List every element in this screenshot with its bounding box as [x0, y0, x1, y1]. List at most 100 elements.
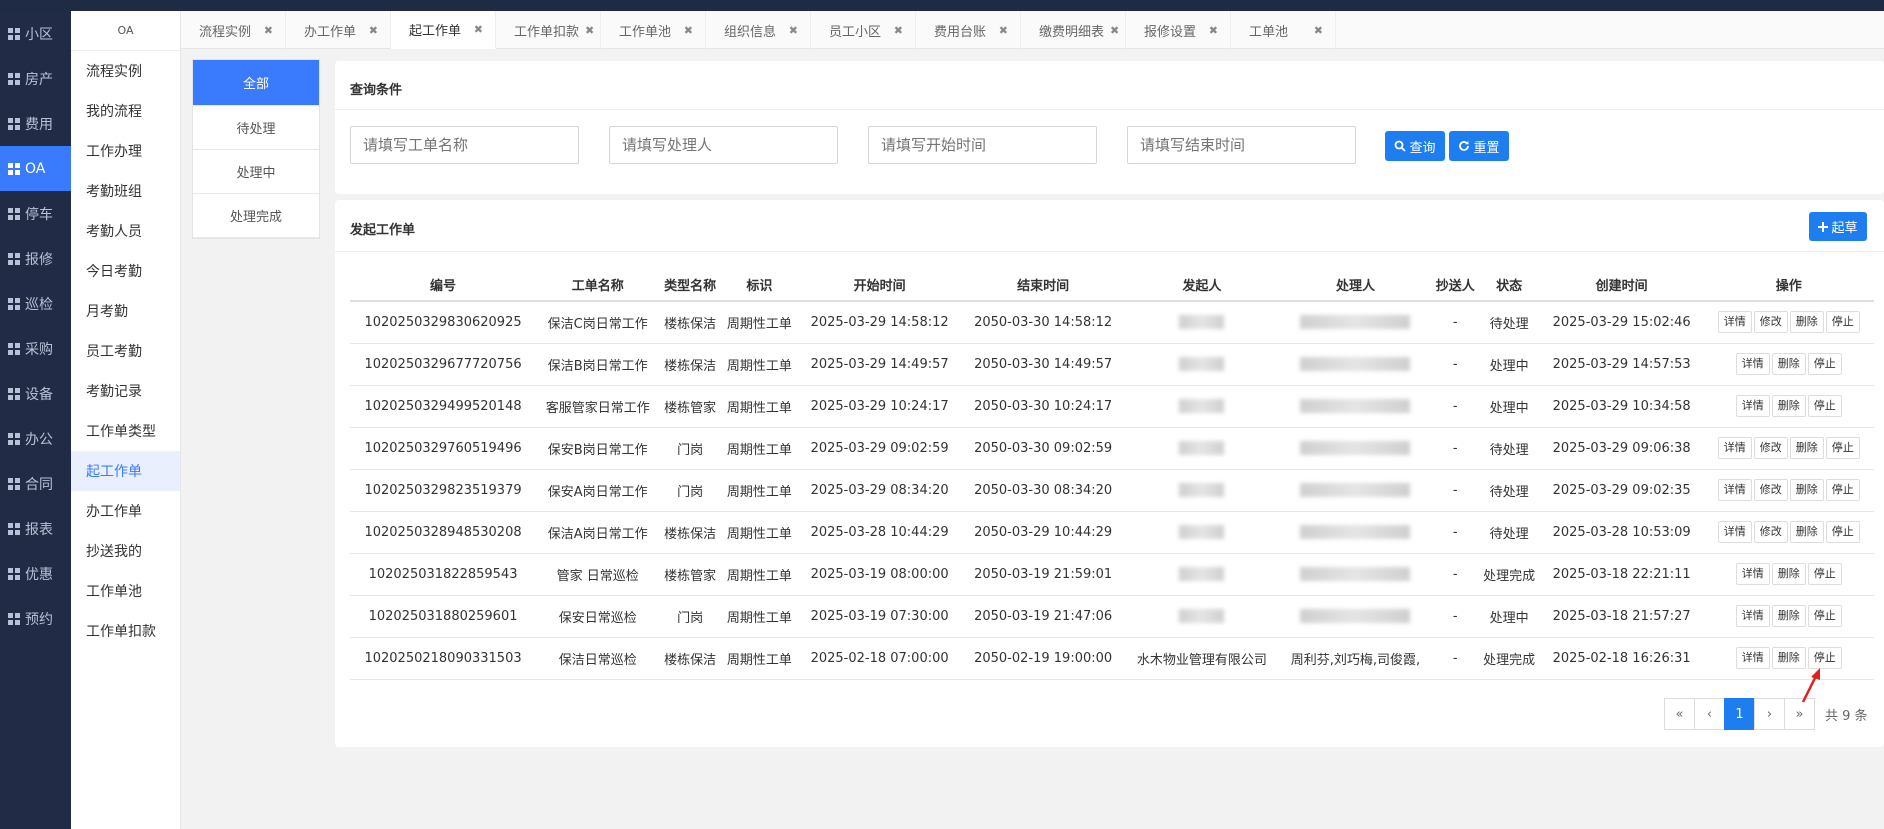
nav-item-1[interactable]: 房产 [0, 56, 71, 101]
action-button[interactable]: 停止 [1807, 395, 1842, 417]
sub-menu-item[interactable]: 起工作单 [71, 451, 180, 491]
search-button[interactable]: 查询 [1385, 131, 1445, 161]
action-button[interactable]: 修改 [1753, 521, 1788, 543]
filter-item[interactable]: 处理完成 [193, 194, 319, 238]
sub-menu-item[interactable]: 员工考勤 [71, 331, 180, 371]
action-button[interactable]: 修改 [1753, 311, 1788, 334]
end-time-input[interactable] [1127, 126, 1356, 164]
nav-item-4[interactable]: 停车 [0, 191, 71, 236]
close-icon[interactable]: ✖ [684, 24, 693, 37]
action-button[interactable]: 停止 [1825, 521, 1860, 543]
action-button[interactable]: 停止 [1807, 647, 1842, 669]
redacted-handler [1300, 399, 1411, 413]
close-icon[interactable]: ✖ [585, 24, 594, 37]
sub-menu-item[interactable]: 工作办理 [71, 131, 180, 171]
nav-item-9[interactable]: 办公 [0, 416, 71, 461]
action-button[interactable]: 停止 [1825, 479, 1860, 501]
action-button[interactable]: 详情 [1717, 479, 1752, 501]
action-button[interactable]: 停止 [1807, 563, 1842, 585]
tab-item[interactable]: 工作单池 ✖ [601, 11, 706, 49]
sub-menu-item[interactable]: 考勤记录 [71, 371, 180, 411]
nav-item-12[interactable]: 优惠 [0, 551, 71, 596]
action-button[interactable]: 详情 [1735, 563, 1770, 585]
nav-item-0[interactable]: 小区 [0, 11, 71, 56]
filter-item[interactable]: 处理中 [193, 150, 319, 194]
first-page-button[interactable]: « [1664, 698, 1695, 730]
nav-item-3[interactable]: OA [0, 146, 71, 191]
nav-item-2[interactable]: 费用 [0, 101, 71, 146]
nav-item-7[interactable]: 采购 [0, 326, 71, 371]
tab-item[interactable]: 办工作单 ✖ [286, 11, 391, 49]
handler-input[interactable] [609, 126, 838, 164]
action-button[interactable]: 删除 [1771, 647, 1806, 669]
create-button[interactable]: 起草 [1809, 212, 1867, 241]
tab-item[interactable]: 报修设置 ✖ [1126, 11, 1231, 49]
sub-menu-item[interactable]: 考勤班组 [71, 171, 180, 211]
tab-item[interactable]: 流程实例 ✖ [181, 11, 286, 49]
close-icon[interactable]: ✖ [1209, 24, 1218, 37]
tab-item[interactable]: 缴费明细表 ✖ [1021, 11, 1126, 49]
action-button[interactable]: 删除 [1789, 521, 1824, 543]
action-button[interactable]: 删除 [1771, 605, 1806, 627]
sub-menu-item[interactable]: 今日考勤 [71, 251, 180, 291]
sub-menu-item[interactable]: 工作单扣款 [71, 611, 180, 651]
next-page-button[interactable]: › [1754, 698, 1785, 730]
action-button[interactable]: 详情 [1717, 311, 1752, 334]
start-time-input[interactable] [868, 126, 1097, 164]
close-icon[interactable]: ✖ [1110, 24, 1119, 37]
action-button[interactable]: 删除 [1789, 437, 1824, 459]
grid-icon [8, 297, 20, 310]
action-button[interactable]: 删除 [1771, 353, 1806, 375]
action-button[interactable]: 删除 [1771, 395, 1806, 417]
nav-item-10[interactable]: 合同 [0, 461, 71, 506]
action-button[interactable]: 停止 [1825, 311, 1860, 334]
action-button[interactable]: 详情 [1735, 353, 1770, 375]
nav-item-11[interactable]: 报表 [0, 506, 71, 551]
page-1-button[interactable]: 1 [1724, 698, 1755, 730]
action-button[interactable]: 详情 [1735, 395, 1770, 417]
action-button[interactable]: 停止 [1807, 605, 1842, 627]
tab-item[interactable]: 费用台账 ✖ [916, 11, 1021, 49]
prev-page-button[interactable]: ‹ [1694, 698, 1725, 730]
nav-item-13[interactable]: 预约 [0, 596, 71, 641]
close-icon[interactable]: ✖ [789, 24, 798, 37]
sub-menu-item[interactable]: 考勤人员 [71, 211, 180, 251]
tab-item[interactable]: 员工小区 ✖ [811, 11, 916, 49]
close-icon[interactable]: ✖ [1314, 24, 1323, 37]
sub-menu-item[interactable]: 我的流程 [71, 91, 180, 131]
tab-item[interactable]: 起工作单 ✖ [391, 11, 496, 49]
reset-button[interactable]: 重置 [1449, 131, 1509, 161]
tab-item[interactable]: 工作单扣款 ✖ [496, 11, 601, 49]
action-button[interactable]: 删除 [1789, 311, 1824, 334]
nav-item-6[interactable]: 巡检 [0, 281, 71, 326]
name-input[interactable] [350, 126, 579, 164]
close-icon[interactable]: ✖ [264, 24, 273, 37]
filter-item[interactable]: 全部 [193, 60, 319, 106]
filter-item[interactable]: 待处理 [193, 106, 319, 150]
tab-item[interactable]: 组织信息 ✖ [706, 11, 811, 49]
sub-menu-item[interactable]: 抄送我的 [71, 531, 180, 571]
action-button[interactable]: 详情 [1735, 605, 1770, 627]
nav-item-5[interactable]: 报修 [0, 236, 71, 281]
sub-menu-item[interactable]: 工作单类型 [71, 411, 180, 451]
action-button[interactable]: 停止 [1807, 353, 1842, 375]
sub-menu-item[interactable]: 月考勤 [71, 291, 180, 331]
sub-menu-item[interactable]: 流程实例 [71, 51, 180, 91]
close-icon[interactable]: ✖ [894, 24, 903, 37]
action-button[interactable]: 详情 [1735, 647, 1770, 669]
sub-menu-item[interactable]: 工作单池 [71, 571, 180, 611]
close-icon[interactable]: ✖ [474, 23, 483, 36]
action-button[interactable]: 停止 [1825, 437, 1860, 459]
tab-item[interactable]: 工单池 ✖ [1231, 11, 1336, 49]
action-button[interactable]: 删除 [1771, 563, 1806, 585]
action-button[interactable]: 修改 [1753, 437, 1788, 459]
action-button[interactable]: 详情 [1717, 437, 1752, 459]
cell-handler [1278, 343, 1433, 386]
action-button[interactable]: 删除 [1789, 479, 1824, 501]
nav-item-8[interactable]: 设备 [0, 371, 71, 416]
action-button[interactable]: 修改 [1753, 479, 1788, 501]
close-icon[interactable]: ✖ [369, 24, 378, 37]
action-button[interactable]: 详情 [1717, 521, 1752, 543]
sub-menu-item[interactable]: 办工作单 [71, 491, 180, 531]
close-icon[interactable]: ✖ [999, 24, 1008, 37]
